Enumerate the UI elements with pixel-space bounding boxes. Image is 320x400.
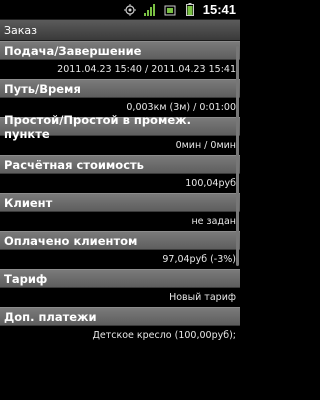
scrollbar[interactable] bbox=[236, 46, 239, 266]
section-value: 97,04руб (-3%) bbox=[0, 250, 240, 269]
section-estimated-cost: Расчётная стоимость 100,04руб bbox=[0, 155, 240, 193]
section-extra-payments: Доп. платежи Детское кресло (100,00руб); bbox=[0, 307, 240, 345]
target-icon bbox=[123, 3, 137, 17]
section-header: Подача/Завершение bbox=[0, 41, 240, 60]
status-bar: 15:41 bbox=[0, 0, 240, 20]
window-title: Заказ bbox=[0, 20, 240, 41]
order-details: Подача/Завершение 2011.04.23 15:40 / 201… bbox=[0, 41, 240, 345]
section-value: 100,04руб bbox=[0, 174, 240, 193]
section-idle: Простой/Простой в промеж. пункте 0мин / … bbox=[0, 113, 240, 155]
section-value: не задан bbox=[0, 212, 240, 231]
section-tariff: Тариф Новый тариф bbox=[0, 269, 240, 307]
section-header: Клиент bbox=[0, 193, 240, 212]
section-header: Расчётная стоимость bbox=[0, 155, 240, 174]
section-value: 2011.04.23 15:40 / 2011.04.23 15:41 bbox=[0, 60, 240, 79]
notification-icon bbox=[163, 3, 177, 17]
signal-bars-icon bbox=[143, 3, 157, 17]
section-header: Путь/Время bbox=[0, 79, 240, 98]
battery-icon bbox=[183, 3, 197, 17]
section-paid-by-client: Оплачено клиентом 97,04руб (-3%) bbox=[0, 231, 240, 269]
clock: 15:41 bbox=[202, 2, 236, 17]
section-pickup-completion: Подача/Завершение 2011.04.23 15:40 / 201… bbox=[0, 41, 240, 79]
section-value: Новый тариф bbox=[0, 288, 240, 307]
section-header: Оплачено клиентом bbox=[0, 231, 240, 250]
section-header: Простой/Простой в промеж. пункте bbox=[0, 113, 240, 141]
section-client: Клиент не задан bbox=[0, 193, 240, 231]
section-header: Доп. платежи bbox=[0, 307, 240, 326]
section-distance-time: Путь/Время 0,003км (3м) / 0:01:00 bbox=[0, 79, 240, 117]
section-header: Тариф bbox=[0, 269, 240, 288]
section-value: Детское кресло (100,00руб); bbox=[0, 326, 240, 345]
